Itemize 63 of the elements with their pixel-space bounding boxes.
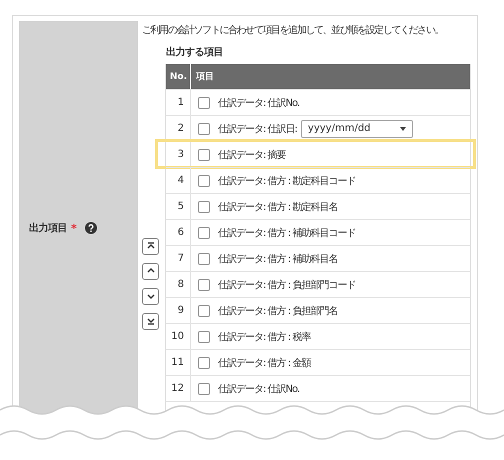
checkbox[interactable] [198,122,210,134]
row-number: 8 [166,272,191,297]
item-label: 仕訳データ: 借方 : 勘定科目コード [218,174,356,188]
item-label: 仕訳データ: 借方 : 勘定科目名 [218,200,338,214]
field-label: 出力項目 [29,222,67,235]
row-number: 2 [166,116,191,141]
row-number: 7 [166,246,191,271]
checkbox[interactable] [198,382,210,394]
item-label: 仕訳データ: 仕訳No. [218,382,300,396]
row-number: 5 [166,194,191,219]
table-row[interactable]: 8 仕訳データ: 借方 : 負担部門コード [166,271,470,297]
table-row[interactable]: 7 仕訳データ: 借方 : 補助科目名 [166,245,470,271]
date-format-select[interactable]: yyyy/mm/dd [300,120,413,138]
checkbox[interactable] [198,252,210,264]
row-number: 6 [166,220,191,245]
move-top-button[interactable] [142,238,159,254]
move-up-button[interactable] [142,262,159,280]
checkbox[interactable] [198,278,210,290]
table-row[interactable]: 1 仕訳データ: 仕訳No. [166,89,470,115]
table-row[interactable]: 6 仕訳データ: 借方 : 補助科目コード [166,219,470,245]
table-row[interactable]: 2 仕訳データ: 仕訳日: yyyy/mm/dd [166,115,470,141]
checkbox[interactable] [198,356,210,368]
chevron-bar-up-icon [146,241,156,251]
caret-icon [400,126,406,130]
column-header: No. [166,64,191,89]
row-number: 4 [166,168,191,193]
item-label: 仕訳データ: 摘要 [218,148,286,162]
move-down-button[interactable] [142,288,159,304]
table-row[interactable]: 11 仕訳データ: 借方 : 金額 [166,349,470,375]
item-label: 仕訳データ: 借方 : 負担部門名 [218,304,338,318]
row-number: 1 [166,90,191,115]
row-number: 9 [166,298,191,323]
checkbox[interactable] [198,200,210,212]
row-number: 11 [166,350,191,375]
item-label: 仕訳データ: 仕訳No. [218,96,300,110]
item-label: 仕訳データ: 借方 : 金額 [218,356,310,370]
section-heading: 出力する項目 [166,46,224,59]
checkbox[interactable] [198,304,210,316]
checkbox[interactable] [198,174,210,186]
required-mark: * [71,222,77,234]
checkbox[interactable] [198,226,210,238]
help-icon[interactable] [84,222,97,234]
table-row[interactable]: 3 仕訳データ: 摘要 [157,141,474,167]
item-label: 仕訳データ: 仕訳日: [218,122,297,136]
item-label: 仕訳データ: 借方 : 補助科目名 [218,252,338,266]
table-row[interactable]: 10 仕訳データ: 借方 : 税率 [166,323,470,349]
table-row[interactable]: 12 仕訳データ: 仕訳No. [166,375,470,401]
row-number: 10 [166,324,191,349]
column-header: 項目 [194,71,214,83]
checkbox[interactable] [198,330,210,342]
row-number: 3 [166,142,191,167]
item-label: 仕訳データ: 借方 : 補助科目コード [218,226,356,240]
row-number: 12 [166,376,191,401]
table-row[interactable]: 5 仕訳データ: 借方 : 勘定科目名 [166,193,470,219]
checkbox[interactable] [198,148,210,160]
chevron-bar-down-icon [146,316,156,326]
table-row[interactable]: 4 仕訳データ: 借方 : 勘定科目コード [166,167,470,193]
checkbox[interactable] [198,96,210,108]
table-row[interactable]: 9 仕訳データ: 借方 : 負担部門名 [166,297,470,323]
move-bottom-button[interactable] [142,312,159,330]
description-text: ご利用の会計ソフトに合わせて項目を追加して、並び順を設定してください。 [142,24,444,37]
item-label: 仕訳データ: 借方 : 負担部門コード [218,278,356,292]
item-label: 仕訳データ: 借方 : 税率 [218,330,310,344]
